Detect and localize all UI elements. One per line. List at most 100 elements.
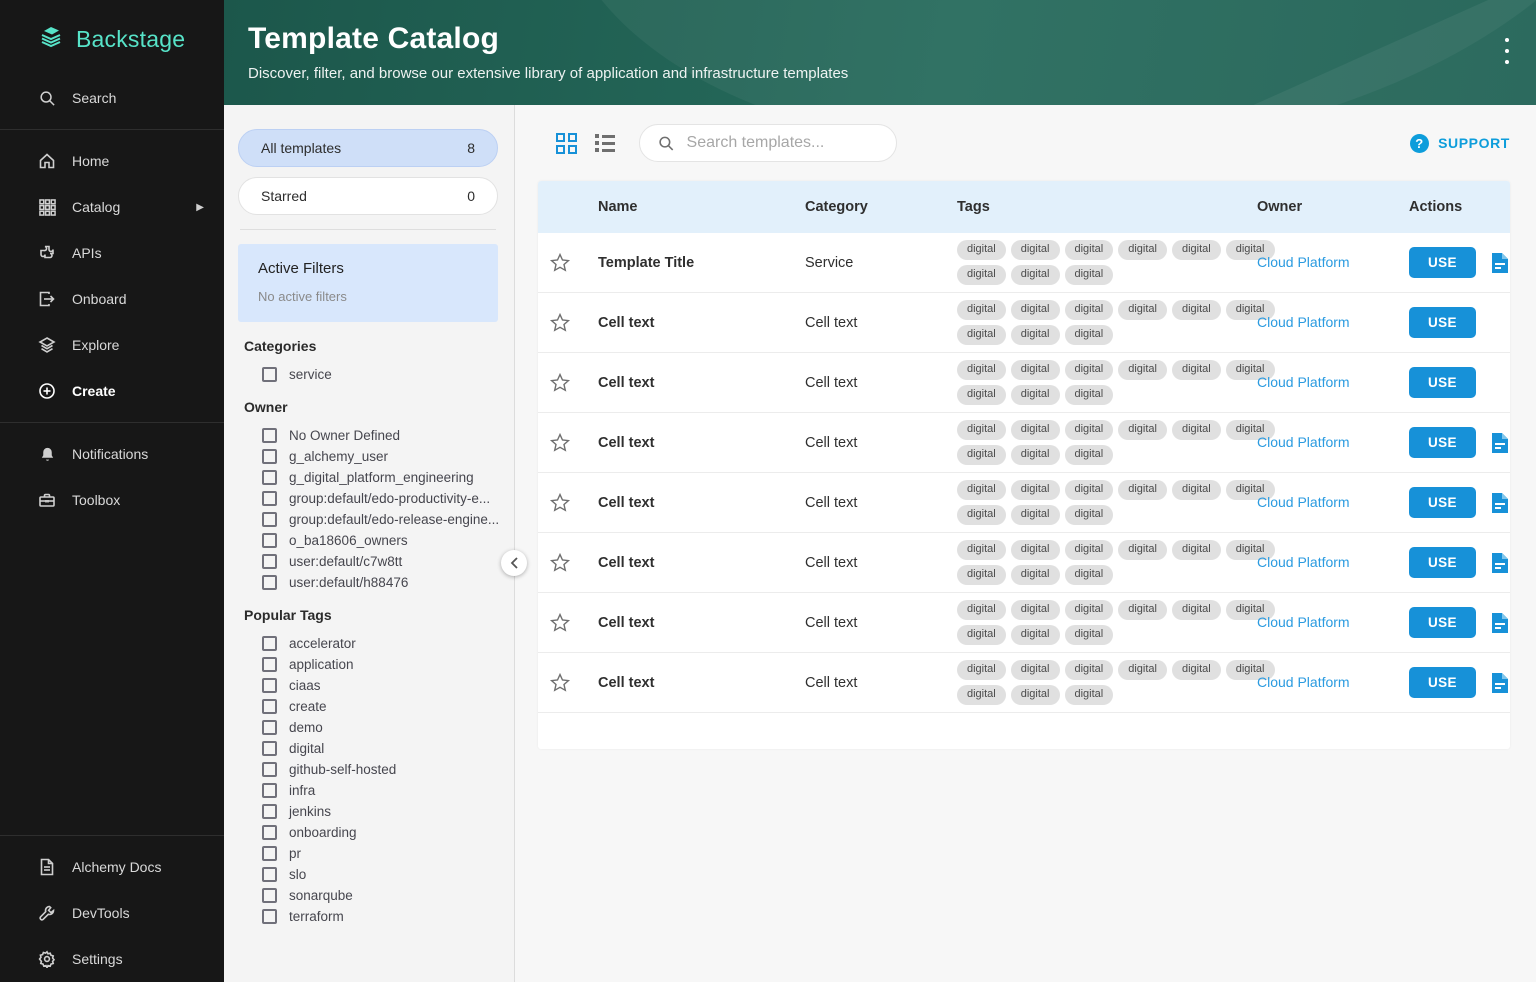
tag-checkbox-row[interactable]: terraform bbox=[238, 906, 498, 927]
support-link[interactable]: ? SUPPORT bbox=[1410, 133, 1510, 153]
collapse-panel-button[interactable] bbox=[501, 550, 527, 576]
category-checkbox-row[interactable]: service bbox=[238, 364, 498, 385]
tag-checkbox[interactable] bbox=[262, 678, 277, 693]
tag-checkbox-row[interactable]: ciaas bbox=[238, 675, 498, 696]
owner-link[interactable]: Cloud Platform bbox=[1257, 374, 1350, 390]
sidebar-item-onboard[interactable]: Onboard bbox=[0, 276, 224, 322]
tag-checkbox[interactable] bbox=[262, 804, 277, 819]
tag-checkbox[interactable] bbox=[262, 783, 277, 798]
category-checkbox[interactable] bbox=[262, 367, 277, 382]
tag-checkbox-row[interactable]: jenkins bbox=[238, 801, 498, 822]
tag-checkbox-row[interactable]: slo bbox=[238, 864, 498, 885]
tag-checkbox-row[interactable]: digital bbox=[238, 738, 498, 759]
star-icon[interactable] bbox=[548, 551, 572, 575]
owner-link[interactable]: Cloud Platform bbox=[1257, 254, 1350, 270]
kebab-menu-icon[interactable] bbox=[1498, 38, 1516, 64]
sidebar-item-devtools[interactable]: DevTools bbox=[0, 890, 224, 936]
docs-icon[interactable] bbox=[1490, 432, 1510, 454]
docs-icon[interactable] bbox=[1490, 612, 1510, 634]
owner-checkbox-row[interactable]: group:default/edo-release-engine... bbox=[238, 509, 498, 530]
filter-pill-starred[interactable]: Starred 0 bbox=[238, 177, 498, 215]
use-button[interactable]: USE bbox=[1409, 607, 1476, 638]
star-icon[interactable] bbox=[548, 251, 572, 275]
tag-checkbox[interactable] bbox=[262, 699, 277, 714]
tag-checkbox-row[interactable]: application bbox=[238, 654, 498, 675]
tag-chip: digital bbox=[1010, 325, 1060, 345]
owner-link[interactable]: Cloud Platform bbox=[1257, 674, 1350, 690]
tag-chip: digital bbox=[1010, 480, 1060, 500]
use-button[interactable]: USE bbox=[1409, 427, 1476, 458]
tag-checkbox-row[interactable]: accelerator bbox=[238, 633, 498, 654]
tag-checkbox[interactable] bbox=[262, 741, 277, 756]
sidebar-item-settings[interactable]: Settings bbox=[0, 936, 224, 982]
search-templates-input[interactable] bbox=[686, 134, 878, 152]
owner-checkbox[interactable] bbox=[262, 533, 277, 548]
tag-checkbox[interactable] bbox=[262, 909, 277, 924]
owner-checkbox[interactable] bbox=[262, 575, 277, 590]
use-button[interactable]: USE bbox=[1409, 487, 1476, 518]
owner-checkbox[interactable] bbox=[262, 470, 277, 485]
sidebar-item-apis[interactable]: APIs bbox=[0, 230, 224, 276]
sidebar-item-catalog[interactable]: Catalog ▶ bbox=[0, 184, 224, 230]
tag-checkbox-row[interactable]: github-self-hosted bbox=[238, 759, 498, 780]
docs-icon[interactable] bbox=[1490, 252, 1510, 274]
tag-checkbox[interactable] bbox=[262, 888, 277, 903]
filter-pill-all-templates[interactable]: All templates 8 bbox=[238, 129, 498, 167]
owner-checkbox[interactable] bbox=[262, 512, 277, 527]
sidebar-item-notifications[interactable]: Notifications bbox=[0, 431, 224, 477]
sidebar-item-home[interactable]: Home bbox=[0, 138, 224, 184]
star-icon[interactable] bbox=[548, 671, 572, 695]
tag-checkbox-row[interactable]: create bbox=[238, 696, 498, 717]
list-view-icon[interactable] bbox=[595, 134, 615, 152]
owner-link[interactable]: Cloud Platform bbox=[1257, 434, 1350, 450]
tag-checkbox-row[interactable]: pr bbox=[238, 843, 498, 864]
owner-link[interactable]: Cloud Platform bbox=[1257, 494, 1350, 510]
star-icon[interactable] bbox=[548, 611, 572, 635]
tag-checkbox[interactable] bbox=[262, 825, 277, 840]
star-icon[interactable] bbox=[548, 371, 572, 395]
tag-checkbox-row[interactable]: demo bbox=[238, 717, 498, 738]
tag-checkbox-row[interactable]: onboarding bbox=[238, 822, 498, 843]
use-button[interactable]: USE bbox=[1409, 667, 1476, 698]
star-icon[interactable] bbox=[548, 491, 572, 515]
owner-checkbox-row[interactable]: g_alchemy_user bbox=[238, 446, 498, 467]
tag-checkbox[interactable] bbox=[262, 720, 277, 735]
use-button[interactable]: USE bbox=[1409, 307, 1476, 338]
tag-checkbox[interactable] bbox=[262, 657, 277, 672]
use-button[interactable]: USE bbox=[1409, 547, 1476, 578]
sidebar-item-search[interactable]: Search bbox=[0, 75, 224, 121]
tag-checkbox-row[interactable]: infra bbox=[238, 780, 498, 801]
tag-checkbox[interactable] bbox=[262, 867, 277, 882]
owner-checkbox-row[interactable]: o_ba18606_owners bbox=[238, 530, 498, 551]
docs-icon[interactable] bbox=[1490, 492, 1510, 514]
tag-checkbox-row[interactable]: sonarqube bbox=[238, 885, 498, 906]
tag-chip: digital bbox=[1010, 420, 1060, 440]
sidebar-item-alchemy-docs[interactable]: Alchemy Docs bbox=[0, 844, 224, 890]
tag-checkbox[interactable] bbox=[262, 636, 277, 651]
brand[interactable]: Backstage bbox=[0, 0, 224, 75]
owner-checkbox-row[interactable]: group:default/edo-productivity-e... bbox=[238, 488, 498, 509]
sidebar-item-explore[interactable]: Explore bbox=[0, 322, 224, 368]
sidebar-item-create[interactable]: Create bbox=[0, 368, 224, 414]
owner-checkbox-row[interactable]: g_digital_platform_engineering bbox=[238, 467, 498, 488]
owner-link[interactable]: Cloud Platform bbox=[1257, 314, 1350, 330]
star-icon[interactable] bbox=[548, 311, 572, 335]
tag-checkbox[interactable] bbox=[262, 846, 277, 861]
use-button[interactable]: USE bbox=[1409, 247, 1476, 278]
owner-checkbox[interactable] bbox=[262, 428, 277, 443]
docs-icon[interactable] bbox=[1490, 552, 1510, 574]
owner-checkbox[interactable] bbox=[262, 554, 277, 569]
grid-view-icon[interactable] bbox=[556, 132, 577, 154]
owner-checkbox[interactable] bbox=[262, 449, 277, 464]
tag-checkbox[interactable] bbox=[262, 762, 277, 777]
sidebar-item-toolbox[interactable]: Toolbox bbox=[0, 477, 224, 523]
owner-checkbox[interactable] bbox=[262, 491, 277, 506]
use-button[interactable]: USE bbox=[1409, 367, 1476, 398]
owner-checkbox-row[interactable]: user:default/h88476 bbox=[238, 572, 498, 593]
docs-icon[interactable] bbox=[1490, 672, 1510, 694]
star-icon[interactable] bbox=[548, 431, 572, 455]
owner-link[interactable]: Cloud Platform bbox=[1257, 554, 1350, 570]
owner-checkbox-row[interactable]: user:default/c7w8tt bbox=[238, 551, 498, 572]
owner-link[interactable]: Cloud Platform bbox=[1257, 614, 1350, 630]
owner-checkbox-row[interactable]: No Owner Defined bbox=[238, 425, 498, 446]
